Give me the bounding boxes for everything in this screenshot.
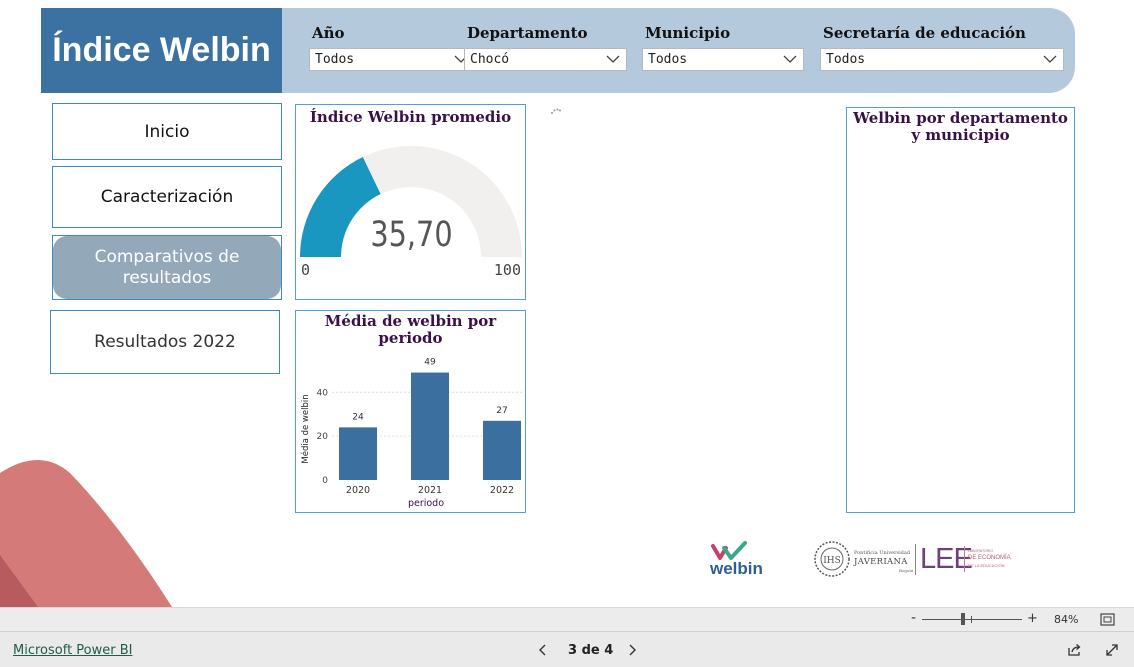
filter-year-value: Todos bbox=[315, 52, 355, 67]
map-card[interactable]: Welbin por departamento y municipio bbox=[846, 107, 1075, 513]
decorative-shape bbox=[0, 460, 172, 607]
gauge-card[interactable]: Índice Welbin promedio 35,70 0 100 bbox=[295, 104, 526, 300]
page-indicator: 3 de 4 bbox=[568, 643, 614, 658]
zoom-slider-thumb[interactable] bbox=[961, 613, 965, 625]
y-tick-label: 20 bbox=[317, 432, 329, 442]
zoom-out-button[interactable]: - bbox=[911, 610, 916, 626]
x-tick-label: 2020 bbox=[346, 485, 370, 496]
lee-sub2: DE ECONOMÍA bbox=[968, 555, 1011, 561]
filter-year: Año Todos bbox=[309, 24, 475, 71]
javeriana-line2: JAVERIANA bbox=[854, 557, 908, 567]
gauge-max-label: 100 bbox=[493, 261, 521, 279]
zoom-level: 84% bbox=[1054, 613, 1079, 626]
nav-button-comparativos-label: Comparativos de resultados bbox=[94, 246, 240, 288]
welbin-logo: welbin bbox=[708, 540, 776, 578]
javeriana-line3: Bogotá bbox=[899, 568, 914, 573]
zoom-bar: - + 84% bbox=[0, 607, 1134, 631]
gauge-title: Índice Welbin promedio bbox=[309, 108, 512, 126]
filter-municipality: Municipio Todos bbox=[642, 24, 804, 71]
y-tick-label: 0 bbox=[322, 476, 328, 486]
gauge-chart bbox=[300, 146, 522, 257]
javeriana-logo: IHS Pontificia Universidad JAVERIANA Bog… bbox=[813, 540, 913, 578]
nav-button-resultados-2022[interactable]: Resultados 2022 bbox=[50, 310, 280, 374]
filter-department-value: Chocó bbox=[470, 52, 510, 67]
chevron-down-icon bbox=[606, 55, 620, 63]
nav-button-resultados-2022-label: Resultados 2022 bbox=[94, 332, 236, 352]
fullscreen-icon[interactable] bbox=[1105, 643, 1119, 657]
nav-button-inicio[interactable]: Inicio bbox=[52, 103, 282, 160]
next-page-icon[interactable] bbox=[627, 643, 637, 657]
x-tick-label: 2022 bbox=[490, 485, 514, 496]
loading-icon bbox=[551, 108, 561, 114]
filter-secretaria-dropdown[interactable]: Todos bbox=[820, 48, 1064, 71]
javeriana-seal: IHS bbox=[814, 541, 850, 577]
zoom-slider-track[interactable] bbox=[922, 619, 1022, 620]
lee-sub3: DE LA EDUCACIÓN bbox=[968, 563, 1005, 568]
nav-button-caracterizacion[interactable]: Caracterización bbox=[52, 166, 282, 228]
bar[interactable] bbox=[339, 427, 377, 480]
bar-chart-card[interactable]: Média de welbin por periodo 0 20 40 24 2020 4… bbox=[295, 310, 526, 513]
welbin-logo-text: welbin bbox=[710, 559, 763, 578]
filter-bar: Año Todos Departamento Chocó Municipio T… bbox=[282, 8, 1075, 93]
javeriana-line1: Pontificia Universidad bbox=[854, 550, 911, 556]
chevron-down-icon bbox=[1043, 55, 1057, 63]
x-tick-label: 2021 bbox=[418, 485, 442, 496]
bottom-bar: Microsoft Power BI 3 de 4 bbox=[0, 631, 1134, 667]
filter-secretaria-label: Secretaría de educación bbox=[823, 24, 1026, 42]
bar[interactable] bbox=[411, 372, 449, 480]
y-tick-label: 40 bbox=[317, 388, 329, 398]
nav-button-comparativos[interactable]: Comparativos de resultados bbox=[53, 236, 281, 299]
filter-municipality-label: Municipio bbox=[645, 24, 731, 42]
gauge-min-label: 0 bbox=[301, 261, 311, 279]
report-title: Índice Welbin bbox=[41, 8, 282, 93]
filter-municipality-dropdown[interactable]: Todos bbox=[642, 48, 804, 71]
lee-logo: LEE LABORATORIO DE ECONOMÍA DE LA EDUCAC… bbox=[920, 543, 1012, 577]
filter-year-dropdown[interactable]: Todos bbox=[309, 48, 475, 71]
filter-department-dropdown[interactable]: Chocó bbox=[464, 48, 627, 71]
filter-year-label: Año bbox=[312, 24, 345, 42]
data-label: 49 bbox=[424, 358, 436, 368]
y-axis-title: Média de welbin bbox=[300, 394, 311, 463]
chevron-down-icon bbox=[783, 55, 797, 63]
bar-chart: 0 20 40 24 2020 49 2021 27 2022 periodo Média de w… bbox=[300, 358, 524, 509]
data-label: 24 bbox=[352, 412, 364, 422]
gauge-value: 35,70 bbox=[370, 215, 453, 255]
lee-logo-bar bbox=[964, 546, 965, 572]
share-icon[interactable] bbox=[1067, 643, 1082, 657]
fit-to-page-icon[interactable] bbox=[1100, 613, 1115, 626]
x-axis-title: periodo bbox=[408, 498, 444, 509]
filter-department-label: Departamento bbox=[467, 24, 588, 42]
data-label: 27 bbox=[496, 406, 507, 416]
nav-button-caracterizacion-label: Caracterización bbox=[100, 187, 234, 207]
nav-button-inicio-label: Inicio bbox=[144, 121, 190, 142]
bar[interactable] bbox=[483, 420, 521, 480]
filter-department: Departamento Chocó bbox=[464, 24, 627, 71]
previous-page-icon[interactable] bbox=[538, 643, 548, 657]
lee-sub1: LABORATORIO bbox=[968, 549, 993, 553]
svg-text:IHS: IHS bbox=[823, 556, 841, 566]
filter-secretaria-value: Todos bbox=[826, 52, 866, 67]
zoom-in-button[interactable]: + bbox=[1027, 611, 1038, 626]
report-canvas: Índice Welbin Año Todos Departamento Cho… bbox=[0, 0, 1134, 667]
zoom-slider-tick bbox=[971, 616, 972, 623]
filter-municipality-value: Todos bbox=[648, 52, 688, 67]
power-bi-link[interactable]: Microsoft Power BI bbox=[13, 643, 132, 658]
lee-logo-divider bbox=[915, 544, 916, 575]
filter-secretaria: Secretaría de educación Todos bbox=[820, 24, 1064, 71]
map-title: Welbin por departamento y municipio bbox=[853, 109, 1068, 144]
